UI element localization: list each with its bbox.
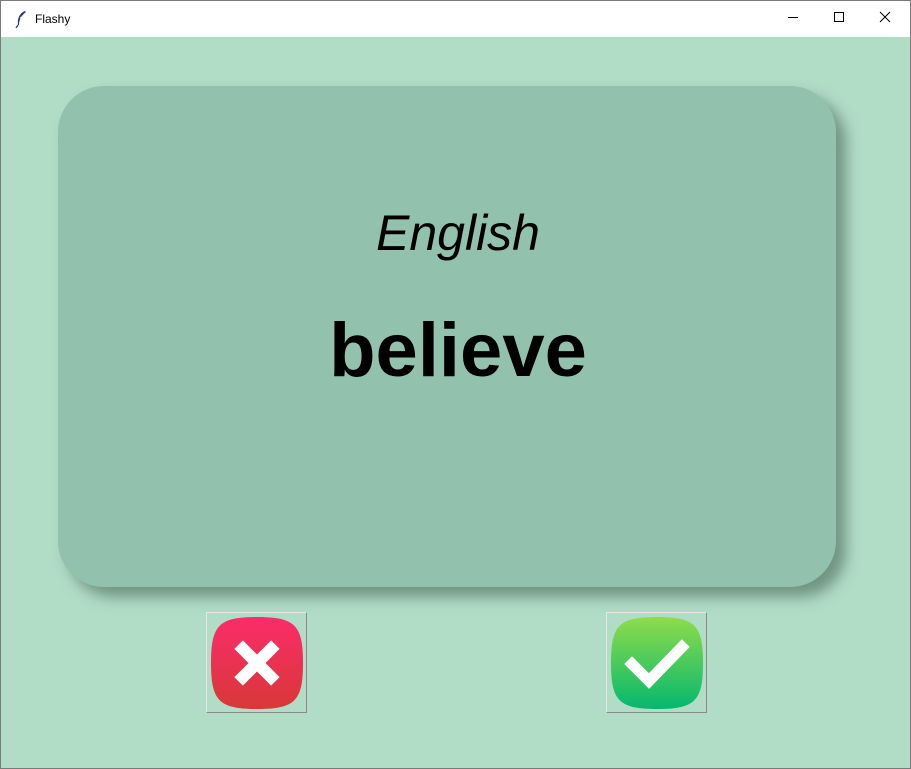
card-word: believe: [329, 308, 587, 393]
maximize-icon: [833, 10, 845, 28]
minimize-button[interactable]: [770, 1, 816, 37]
minimize-icon: [787, 10, 799, 28]
right-button[interactable]: [606, 612, 707, 713]
wrong-button[interactable]: [206, 612, 307, 713]
maximize-button[interactable]: [816, 1, 862, 37]
window-title: Flashy: [35, 12, 71, 26]
check-icon: [610, 616, 704, 710]
cross-icon: [210, 616, 304, 710]
close-icon: [879, 10, 891, 28]
title-bar[interactable]: Flashy: [1, 1, 910, 37]
flash-card: English believe: [58, 86, 836, 587]
app-window: Flashy English believe: [0, 0, 911, 769]
card-language-title: English: [376, 205, 540, 261]
feather-icon: [13, 10, 29, 29]
close-button[interactable]: [862, 1, 908, 37]
app-canvas: English believe: [1, 37, 910, 768]
